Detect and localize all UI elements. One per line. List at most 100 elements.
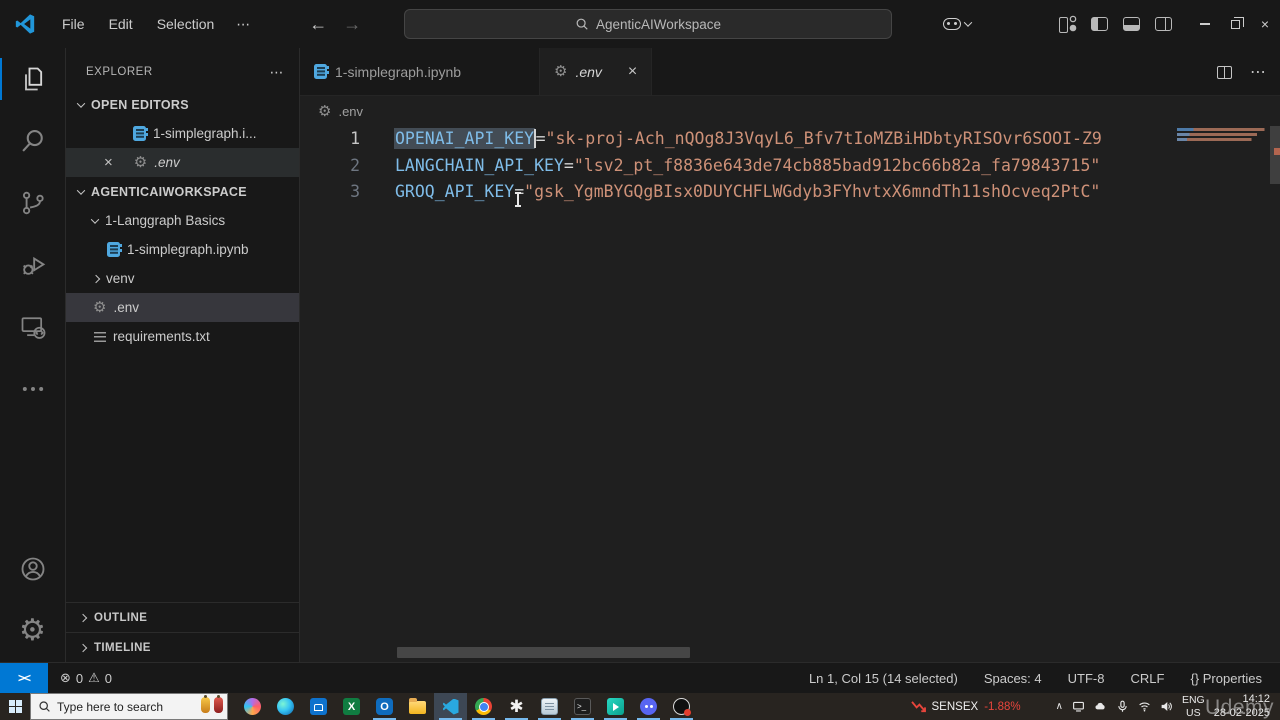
menu-edit[interactable]: Edit	[97, 12, 145, 36]
vscode-logo-icon	[14, 13, 36, 35]
vertical-scrollbar[interactable]	[1270, 126, 1280, 184]
taskbar-notepad[interactable]	[533, 693, 566, 720]
taskbar-clipchamp[interactable]	[599, 693, 632, 720]
explorer-title: EXPLORER	[86, 66, 153, 78]
volume-tray-icon[interactable]	[1160, 700, 1173, 713]
warning-count: 0	[104, 670, 113, 686]
minimap[interactable]	[1175, 126, 1270, 662]
minimize-button[interactable]	[1190, 0, 1220, 48]
workspace-title: AgenticAIWorkspace	[595, 16, 722, 32]
language-indicator[interactable]: ENG US	[1182, 694, 1205, 718]
editor-more-actions-icon[interactable]: ⋯	[1250, 62, 1266, 82]
copilot-button[interactable]	[943, 18, 973, 30]
taskbar-paint-splat[interactable]: ✱	[500, 693, 533, 720]
tree-folder-langgraph-basics[interactable]: 1-Langgraph Basics	[66, 206, 299, 235]
toggle-secondary-sidebar-icon[interactable]	[1155, 16, 1172, 31]
tree-file-requirements[interactable]: requirements.txt	[66, 322, 299, 351]
breadcrumb[interactable]: ⚙ .env	[300, 96, 1280, 126]
title-bar: File Edit Selection ⋯ ← → AgenticAIWorks…	[0, 0, 1280, 48]
code-line-1[interactable]: 1 OPENAI_API_KEY="sk-proj-Ach_nQOg8J3Vqy…	[300, 126, 1280, 153]
close-icon[interactable]: ×	[104, 155, 113, 170]
tab-env[interactable]: ⚙ .env ×	[540, 48, 653, 95]
taskbar-vscode[interactable]	[434, 693, 467, 720]
code-editor[interactable]: 1 OPENAI_API_KEY="sk-proj-Ach_nQOg8J3Vqy…	[300, 126, 1280, 662]
menu-more[interactable]: ⋯	[226, 12, 261, 37]
split-editor-icon[interactable]	[1217, 65, 1232, 79]
start-button[interactable]	[0, 693, 30, 720]
restore-button[interactable]	[1220, 0, 1250, 48]
workspace-root[interactable]: AGENTICAIWORKSPACE	[66, 177, 299, 206]
open-editor-notebook[interactable]: 1-simplegraph.i...	[66, 119, 299, 148]
toggle-sidebar-icon[interactable]	[1091, 16, 1108, 31]
remote-indicator[interactable]: ><	[0, 663, 48, 693]
cursor-position[interactable]: Ln 1, Col 15 (14 selected)	[809, 671, 958, 686]
mouse-text-cursor	[515, 192, 521, 207]
taskbar-file-explorer[interactable]	[401, 693, 434, 720]
close-window-button[interactable]: ×	[1250, 0, 1280, 48]
back-arrow-icon[interactable]: ←	[309, 14, 327, 35]
overview-ruler-mark	[1274, 148, 1280, 155]
source-control-icon[interactable]	[0, 172, 66, 234]
onedrive-cloud-icon[interactable]	[1094, 700, 1107, 713]
explorer-sidebar: EXPLORER ⋯ OPEN EDITORS 1-simplegraph.i.…	[66, 48, 300, 662]
encoding[interactable]: UTF-8	[1068, 671, 1105, 686]
search-placeholder: Type here to search	[57, 699, 164, 714]
timeline-section[interactable]: TIMELINE	[66, 632, 299, 662]
outlook-icon: O	[376, 698, 393, 715]
clock[interactable]: 14:12 28-02-2025	[1214, 693, 1274, 719]
toggle-panel-icon[interactable]	[1123, 16, 1140, 31]
open-editors-header[interactable]: OPEN EDITORS	[66, 90, 299, 119]
edge-icon	[277, 698, 294, 715]
taskbar-excel[interactable]: X	[335, 693, 368, 720]
status-bar: >< ⊗ 0 ⚠ 0 Ln 1, Col 15 (14 selected) Sp…	[0, 662, 1280, 693]
taskbar-terminal[interactable]: >_	[566, 693, 599, 720]
horizontal-scrollbar[interactable]	[397, 647, 690, 658]
taskbar-outlook[interactable]: O	[368, 693, 401, 720]
explorer-icon[interactable]	[0, 48, 66, 110]
eol-sequence[interactable]: CRLF	[1130, 671, 1164, 686]
remote-explorer-icon[interactable]	[0, 296, 66, 358]
code-line-3[interactable]: 3 GROQ_API_KEY="gsk_YgmBYGQgBIsx0DUYCHFL…	[300, 179, 1280, 206]
explorer-more-actions[interactable]: ⋯	[270, 64, 286, 81]
stock-widget[interactable]: SENSEX -1.88%	[910, 700, 1021, 713]
menu-selection[interactable]: Selection	[145, 12, 227, 36]
taskbar-copilot[interactable]	[236, 693, 269, 720]
paint-splat-icon: ✱	[509, 696, 524, 716]
run-debug-icon[interactable]	[0, 234, 66, 296]
hidden-icons-chevron[interactable]: ∧	[1056, 701, 1063, 712]
taskbar-edge[interactable]	[269, 693, 302, 720]
search-sidebar-icon[interactable]	[0, 110, 66, 172]
taskbar-chrome[interactable]	[467, 693, 500, 720]
tree-folder-venv[interactable]: venv	[66, 264, 299, 293]
code-line-2[interactable]: 2 LANGCHAIN_API_KEY="lsv2_pt_f8836e643de…	[300, 153, 1280, 180]
line-number: 1	[350, 129, 360, 148]
language-mode[interactable]: {} Properties	[1190, 671, 1262, 686]
taskbar-obs[interactable]	[665, 693, 698, 720]
notebook-icon	[133, 126, 148, 141]
taskbar-store[interactable]	[302, 693, 335, 720]
account-icon[interactable]	[0, 538, 66, 600]
wifi-tray-icon[interactable]	[1138, 700, 1151, 713]
customize-layout-icon[interactable]	[1059, 16, 1076, 33]
env-gear-icon: ⚙	[554, 62, 568, 80]
search-icon	[576, 18, 588, 30]
warning-icon: ⚠	[88, 670, 100, 686]
indentation[interactable]: Spaces: 4	[984, 671, 1042, 686]
menu-file[interactable]: File	[50, 12, 97, 36]
notepad-icon	[541, 698, 558, 715]
close-tab-icon[interactable]: ×	[628, 63, 637, 81]
settings-gear-icon[interactable]: ⚙	[0, 600, 66, 662]
device-tray-icon[interactable]	[1072, 700, 1085, 713]
problems-status[interactable]: ⊗ 0 ⚠ 0	[60, 671, 112, 686]
taskbar-discord[interactable]	[632, 693, 665, 720]
taskbar-search-box[interactable]: Type here to search	[30, 693, 228, 720]
tree-file-notebook[interactable]: 1-simplegraph.ipynb	[66, 235, 299, 264]
more-views-icon[interactable]	[0, 358, 66, 420]
open-editor-env[interactable]: × ⚙ .env	[66, 148, 299, 177]
command-center-search[interactable]: AgenticAIWorkspace	[404, 9, 892, 39]
tab-notebook[interactable]: 1-simplegraph.ipynb	[300, 48, 540, 95]
outline-section[interactable]: OUTLINE	[66, 602, 299, 632]
windows-taskbar: Type here to search X O ✱ >_ SENSEX -1.8…	[0, 693, 1280, 720]
microphone-tray-icon[interactable]	[1116, 700, 1129, 713]
tree-file-env[interactable]: ⚙ .env	[66, 293, 299, 322]
